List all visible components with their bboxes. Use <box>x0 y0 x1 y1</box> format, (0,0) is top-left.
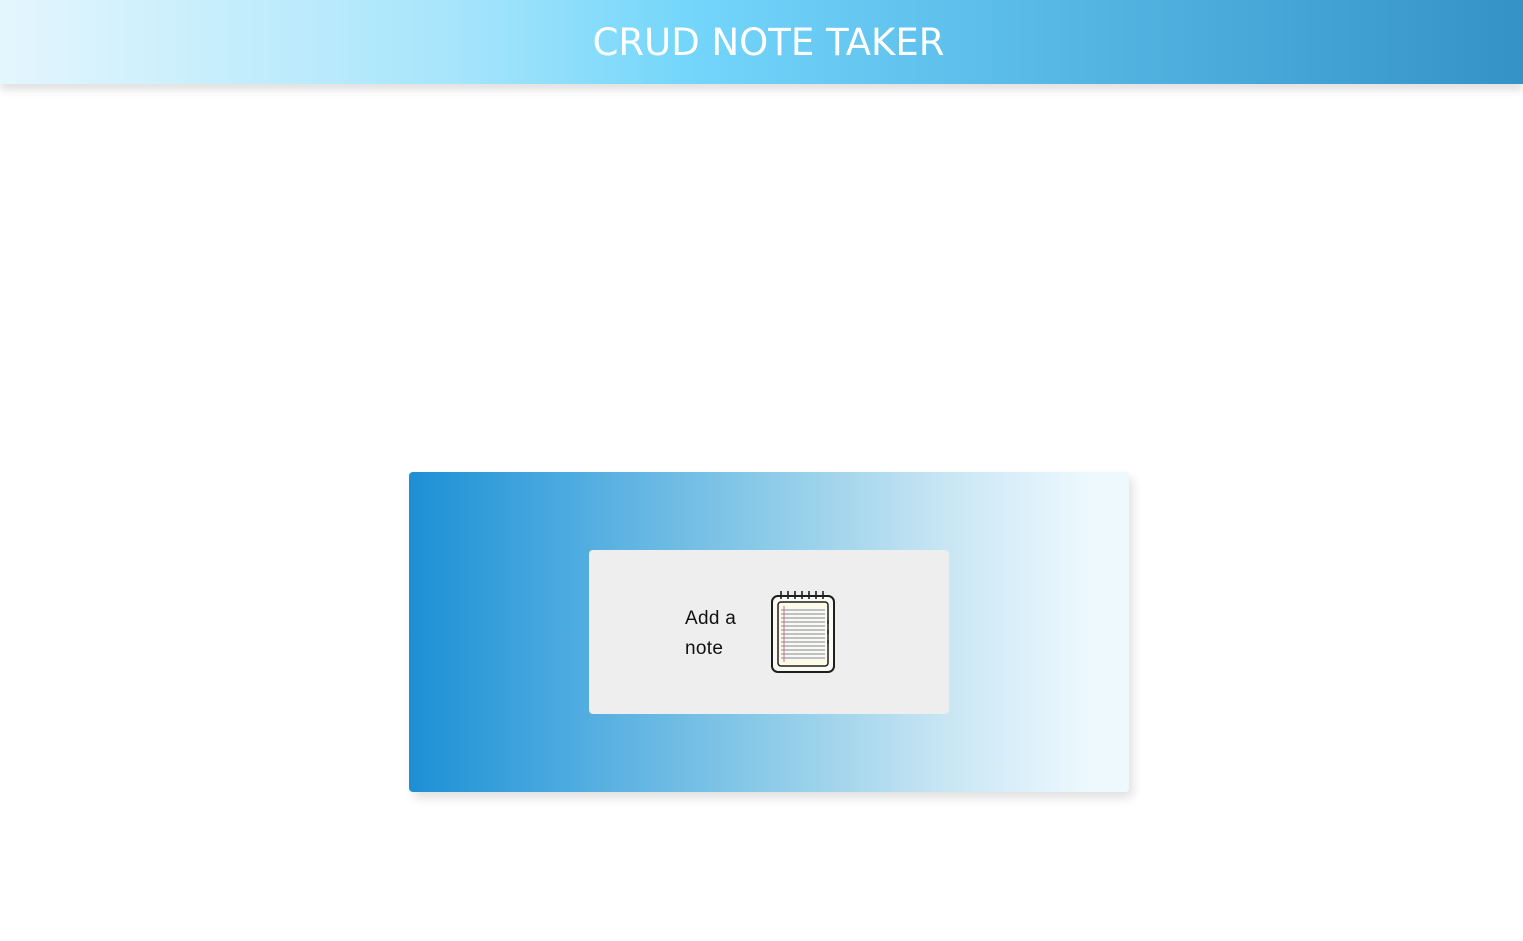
add-note-button[interactable]: Add a note <box>589 550 949 714</box>
app-title: CRUD NOTE TAKER <box>592 20 945 64</box>
add-note-label: Add a note <box>685 608 737 659</box>
app-header: CRUD NOTE TAKER <box>0 0 1523 84</box>
notes-panel: Add a note <box>409 472 1129 792</box>
notepad-icon <box>769 590 837 674</box>
